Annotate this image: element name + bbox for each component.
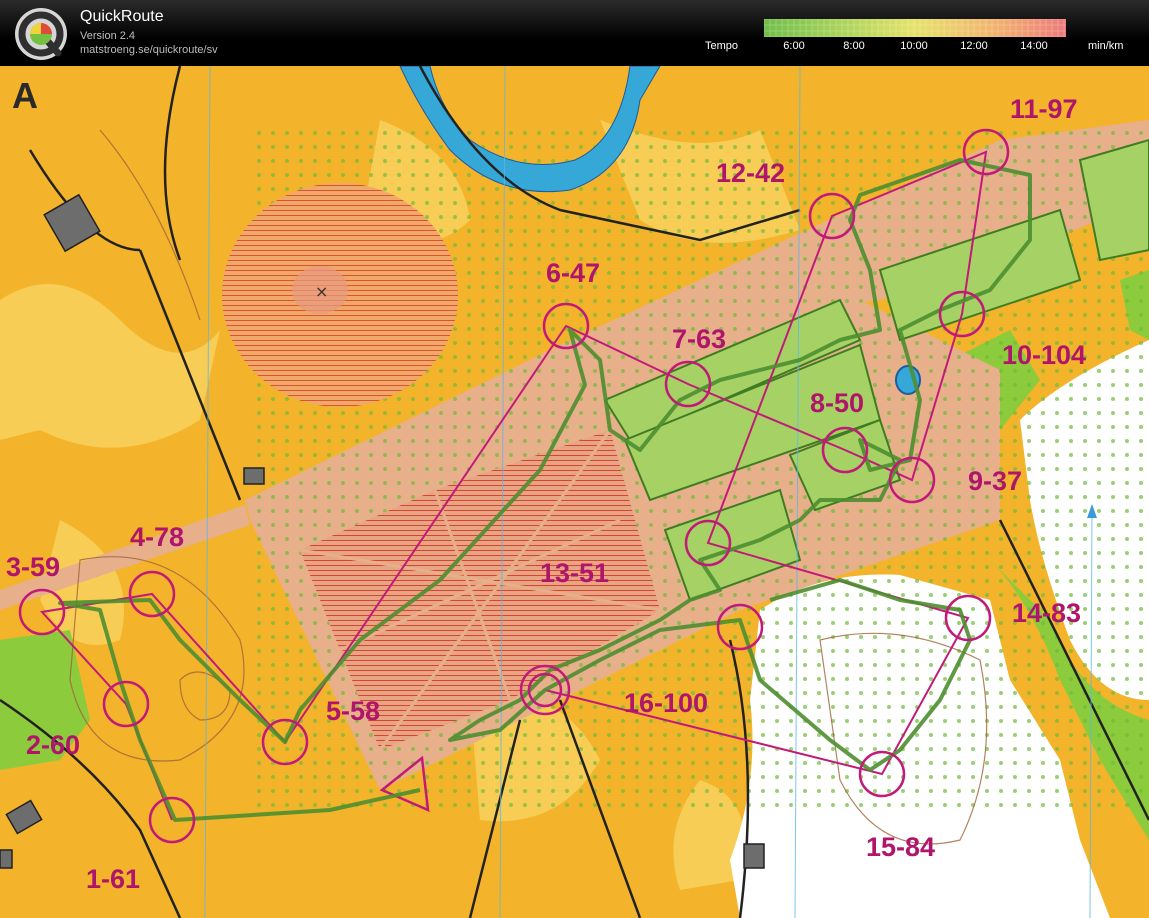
control-label-2: 2-60 [26,730,80,760]
tempo-gradient-bar [764,19,1066,37]
tempo-label: Tempo [705,40,739,52]
map-sheet-letter: A [12,75,38,116]
app-title: QuickRoute [80,8,164,25]
control-label-4: 4-78 [130,522,184,552]
control-label-6: 6-47 [546,258,600,288]
control-label-3: 3-59 [6,552,60,582]
control-label-13: 13-51 [540,558,609,588]
app-url[interactable]: matstroeng.se/quickroute/sv [80,44,218,56]
control-label-9: 9-37 [968,466,1022,496]
control-label-8: 8-50 [810,388,864,418]
control-label-16: 16-100 [624,688,708,718]
quickroute-window: QuickRoute Version 2.4 matstroeng.se/qui… [0,0,1149,918]
control-label-12: 12-42 [716,158,785,188]
control-label-15: 15-84 [866,832,935,862]
tempo-tick-12: 12:00 [960,40,988,52]
control-label-7: 7-63 [672,324,726,354]
tempo-tick-6: 6:00 [783,40,805,52]
tempo-tick-10: 10:00 [900,40,928,52]
app-version: Version 2.4 [80,30,136,42]
quickroute-q-logo-icon [15,8,67,60]
tempo-tick-8: 8:00 [843,40,865,52]
control-label-10: 10-104 [1002,340,1086,370]
control-label-1: 1-61 [86,864,140,894]
tempo-unit-label: min/km [1088,40,1124,52]
title-bar: QuickRoute Version 2.4 matstroeng.se/qui… [0,0,1149,66]
orienteering-map[interactable]: × 1-61 2-60 3-59 4-78 5-58 6-47 7-63 8-5… [0,66,1149,918]
control-label-11: 11-97 [1010,94,1078,124]
control-label-14: 14-83 [1012,598,1081,628]
control-label-5: 5-58 [326,696,380,726]
spot-height-marker: × [315,282,328,301]
tempo-tick-14: 14:00 [1020,40,1048,52]
